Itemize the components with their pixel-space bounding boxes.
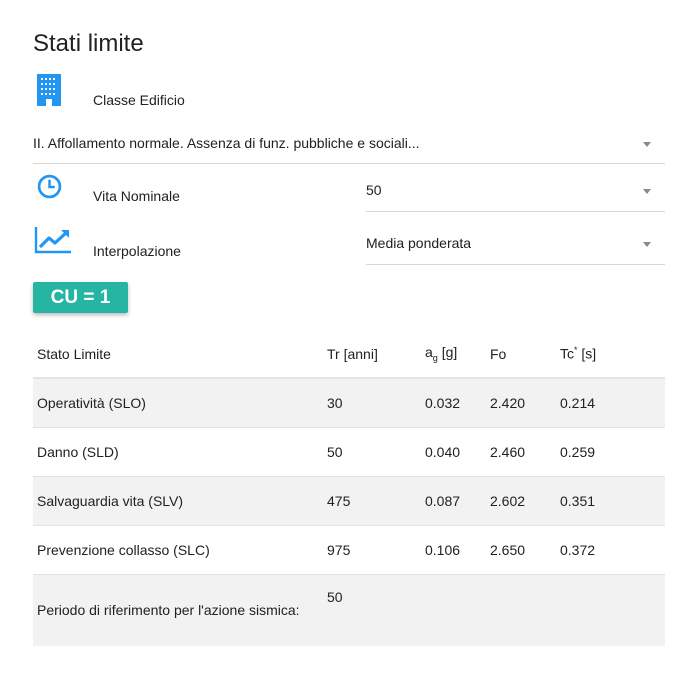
cell-ag: 0.040 [421, 427, 486, 477]
header-tr: Tr [anni] [323, 330, 421, 379]
cell-fo: 2.460 [486, 427, 556, 477]
vita-nominale-select[interactable]: 50 [366, 182, 665, 212]
interpolazione-select[interactable]: Media ponderata [366, 235, 665, 265]
caret-down-icon [643, 242, 651, 247]
cu-badge: CU = 1 [33, 282, 128, 313]
building-icon [37, 74, 61, 106]
cell-fo: 2.420 [486, 378, 556, 428]
classe-edificio-value: II. Affollamento normale. Assenza di fun… [33, 135, 420, 151]
cell-ag: 0.087 [421, 476, 486, 526]
cell-fo: 2.650 [486, 525, 556, 575]
header-stato-limite: Stato Limite [33, 330, 323, 379]
caret-down-icon [643, 142, 651, 147]
cell-stato: Operatività (SLO) [33, 378, 323, 428]
classe-edificio-label: Classe Edificio [93, 92, 185, 108]
cell-stato: Salvaguardia vita (SLV) [33, 476, 323, 526]
periodo-riferimento-label: Periodo di riferimento per l'azione sism… [33, 574, 323, 646]
interpolazione-label: Interpolazione [93, 243, 181, 259]
cell-ag: 0.106 [421, 525, 486, 575]
vita-nominale-value: 50 [366, 182, 382, 198]
caret-down-icon [643, 189, 651, 194]
cell-tc: 0.259 [556, 427, 665, 477]
cell-stato: Prevenzione collasso (SLC) [33, 525, 323, 575]
stati-limite-table: Stato Limite Tr [anni] ag [g] Fo Tc* [s]… [33, 330, 665, 646]
trending-up-icon [34, 227, 71, 254]
cell-ag: 0.032 [421, 378, 486, 428]
cell-stato: Danno (SLD) [33, 427, 323, 477]
cell-tr: 50 [323, 427, 421, 477]
table-header-row: Stato Limite Tr [anni] ag [g] Fo Tc* [s] [33, 330, 665, 379]
classe-edificio-select[interactable]: II. Affollamento normale. Assenza di fun… [33, 135, 665, 164]
cell-tc: 0.351 [556, 476, 665, 526]
header-tc: Tc* [s] [556, 330, 665, 379]
header-fo: Fo [486, 330, 556, 379]
stati-limite-panel: Stati limite Classe Edificio II. Affolla… [0, 0, 675, 684]
cell-fo: 2.602 [486, 476, 556, 526]
page-title: Stati limite [33, 30, 144, 57]
vita-nominale-label: Vita Nominale [93, 188, 180, 204]
cell-tr: 30 [323, 378, 421, 428]
table-row: Danno (SLD) 50 0.040 2.460 0.259 [33, 427, 665, 477]
table-footer-row: Periodo di riferimento per l'azione sism… [33, 574, 665, 646]
interpolazione-value: Media ponderata [366, 235, 472, 251]
header-ag: ag [g] [421, 330, 486, 379]
table-row: Operatività (SLO) 30 0.032 2.420 0.214 [33, 378, 665, 428]
cell-tr: 475 [323, 476, 421, 526]
clock-icon [37, 174, 62, 199]
cell-tc: 0.372 [556, 525, 665, 575]
cell-tc: 0.214 [556, 378, 665, 428]
table-row: Prevenzione collasso (SLC) 975 0.106 2.6… [33, 525, 665, 575]
table-row: Salvaguardia vita (SLV) 475 0.087 2.602 … [33, 476, 665, 526]
periodo-riferimento-value: 50 [323, 574, 421, 646]
cell-tr: 975 [323, 525, 421, 575]
